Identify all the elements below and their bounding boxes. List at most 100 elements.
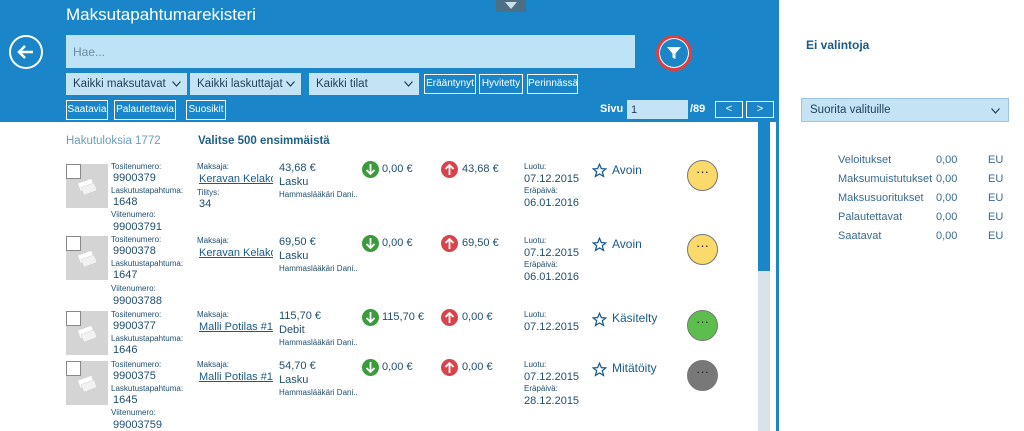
filter-receivables-button[interactable]: Saatavia [66, 100, 108, 120]
summary-currency: EU [988, 211, 1004, 223]
money-icon [78, 325, 98, 342]
page-total: /89 [690, 103, 706, 115]
table-row[interactable]: Tositenumero: 9900378 Laskutustapahtuma:… [0, 234, 758, 310]
favorite-star-icon[interactable] [592, 163, 607, 178]
reference-label: Viitenumero: [111, 284, 156, 293]
transaction-thumbnail [66, 311, 108, 355]
chevron-down-icon [505, 2, 517, 9]
filter-overdue-button[interactable]: Erääntynyt [424, 74, 476, 94]
app-window: Maksutapahtumarekisteri Kaikki maksutava… [0, 0, 1024, 431]
summary-label: Maksumuistutukset [838, 173, 933, 185]
summary-label: Saatavat [838, 230, 882, 242]
payer-link[interactable]: Malli Potilas #1... [199, 371, 273, 383]
arrow-down-icon [362, 235, 379, 252]
arrow-down-icon [362, 359, 379, 376]
money-icon [78, 375, 98, 392]
due-date: 06.01.2016 [524, 197, 580, 209]
reference-label: Viitenumero: [111, 408, 156, 417]
row-amount: 43,68 € [279, 162, 316, 174]
status-dropdown[interactable]: Kaikki tilat [309, 73, 419, 95]
voucher-label: Tositenumero: [111, 360, 162, 369]
chevron-down-icon [991, 108, 1000, 114]
summary-currency: EU [988, 192, 1004, 204]
collapse-tab[interactable] [496, 0, 526, 12]
settlement-number: 34 [199, 198, 212, 210]
outgoing-amount: 0,00 € [462, 361, 493, 373]
payer-label: Maksaja: [197, 360, 230, 369]
summary-value: 0,00 [936, 173, 958, 185]
bulk-action-dropdown[interactable]: Suorita valituille [801, 98, 1009, 122]
row-actions-button[interactable]: ··· [687, 310, 718, 341]
voucher-number: 9900378 [113, 245, 156, 257]
payer-label: Maksaja: [197, 162, 230, 171]
filter-collection-button[interactable]: Perinnässä [527, 74, 578, 94]
due-label: Eräpäivä: [524, 260, 558, 269]
arrow-up-icon [441, 235, 458, 252]
payer-link[interactable]: Malli Potilas #1... [199, 321, 273, 333]
table-row[interactable]: Tositenumero: 9900379 Laskutustapahtuma:… [0, 160, 758, 235]
status-value: Kaikki tilat [316, 78, 368, 90]
row-actions-button[interactable]: ··· [687, 360, 718, 391]
next-page-button[interactable]: > [746, 101, 774, 118]
filter-refundables-button[interactable]: Palautettavia [114, 100, 176, 120]
row-actions-button[interactable]: ··· [687, 234, 718, 265]
summary-currency: EU [988, 230, 1004, 242]
provider-name: Hammaslääkäri Dani... [279, 338, 357, 347]
billing-event-number: 1646 [113, 344, 138, 356]
row-actions-button[interactable]: ··· [687, 160, 718, 191]
due-date: 06.01.2016 [524, 271, 580, 283]
voucher-number: 9900375 [113, 370, 156, 382]
created-date: 07.12.2015 [524, 321, 580, 333]
chevron-down-icon [404, 81, 413, 87]
arrow-down-icon [362, 161, 379, 178]
billing-event-number: 1645 [113, 394, 138, 406]
outgoing-amount: 69,50 € [462, 237, 499, 249]
favorite-star-icon[interactable] [592, 237, 607, 252]
billing-event-number: 1647 [113, 269, 138, 281]
created-label: Luotu: [524, 236, 547, 245]
payment-method-dropdown[interactable]: Kaikki maksutavat [66, 73, 187, 95]
arrow-up-icon [441, 359, 458, 376]
outgoing-amount: 0,00 € [462, 311, 493, 323]
bulk-action-value: Suorita valituille [810, 104, 891, 116]
summary-value: 0,00 [936, 154, 958, 166]
back-button[interactable] [9, 35, 43, 69]
table-row[interactable]: Tositenumero: 9900377 Laskutustapahtuma:… [0, 308, 758, 358]
row-type: Lasku [279, 374, 309, 386]
select-first-500-link[interactable]: Valitse 500 ensimmäistä [198, 135, 330, 147]
header-bar: Maksutapahtumarekisteri Kaikki maksutava… [0, 0, 778, 122]
created-date: 07.12.2015 [524, 371, 580, 383]
table-row[interactable]: Tositenumero: 9900375 Laskutustapahtuma:… [0, 358, 758, 431]
outgoing-amount: 43,68 € [462, 163, 499, 175]
summary-value: 0,00 [936, 192, 958, 204]
biller-dropdown[interactable]: Kaikki laskuttajat [190, 73, 301, 95]
incoming-amount: 0,00 € [382, 237, 413, 249]
payer-link[interactable]: Keravan Kelako... [199, 247, 273, 259]
status-text: Mitätöity [612, 361, 657, 375]
filter-favorites-button[interactable]: Suosikit [186, 100, 226, 120]
prev-page-button[interactable]: < [715, 101, 743, 118]
reference-label: Viitenumero: [111, 210, 156, 219]
created-label: Luotu: [524, 162, 547, 171]
provider-name: Hammaslääkäri Dani... [279, 190, 357, 199]
page-title: Maksutapahtumarekisteri [66, 5, 256, 24]
filter-credited-button[interactable]: Hyvitetty [479, 74, 523, 94]
favorite-star-icon[interactable] [592, 312, 607, 327]
arrow-left-icon [17, 45, 33, 59]
filter-button[interactable] [656, 35, 692, 71]
created-date: 07.12.2015 [524, 247, 580, 259]
arrow-up-icon [441, 161, 458, 178]
page-label: Sivu [600, 103, 624, 115]
page-number-input[interactable] [627, 100, 688, 119]
scrollbar-thumb[interactable] [758, 122, 770, 271]
search-input[interactable] [66, 35, 635, 68]
due-label: Eräpäivä: [524, 186, 558, 195]
billing-event-label: Laskutustapahtuma: [111, 384, 184, 393]
summary-label: Veloitukset [838, 154, 892, 166]
billing-event-label: Laskutustapahtuma: [111, 186, 184, 195]
payer-link[interactable]: Keravan Kelako... [199, 173, 273, 185]
voucher-number: 9900377 [113, 320, 156, 332]
voucher-label: Tositenumero: [111, 162, 162, 171]
transaction-thumbnail [66, 236, 108, 280]
favorite-star-icon[interactable] [592, 362, 607, 377]
